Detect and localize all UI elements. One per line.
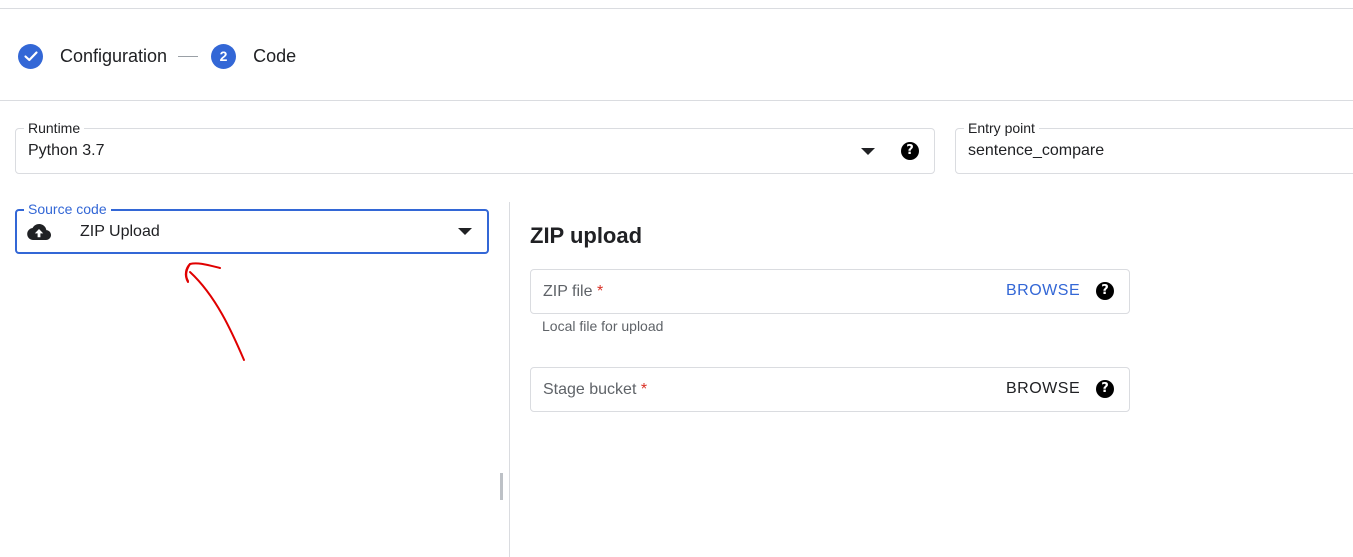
annotation-arrow (184, 262, 245, 361)
check-icon (23, 51, 38, 62)
required-mark: * (640, 381, 648, 398)
cloud-upload-icon (27, 224, 51, 240)
zip-file-browse-button[interactable]: BROWSE (1006, 282, 1080, 300)
runtime-select[interactable]: Runtime Python 3.7 ? (15, 120, 935, 174)
step-separator (178, 55, 199, 57)
zip-upload-title: ZIP upload (530, 223, 643, 248)
top-divider (0, 8, 1353, 9)
stage-bucket-field[interactable]: Stage bucket * BROWSE ? (530, 367, 1130, 412)
runtime-label: Runtime (24, 120, 85, 136)
source-code-label: Source code (24, 201, 111, 217)
step-label-configuration[interactable]: Configuration (60, 46, 167, 67)
source-code-value: ZIP Upload (80, 223, 160, 240)
step-number-badge: 2 (211, 43, 237, 69)
header-divider (0, 100, 1353, 101)
entry-point-field[interactable]: Entry point sentence_compare (955, 120, 1353, 174)
help-icon[interactable]: ? (1096, 282, 1114, 300)
panel-resize-handle[interactable] (500, 473, 503, 500)
stage-bucket-placeholder: Stage bucket * (543, 381, 647, 399)
runtime-value: Python 3.7 (28, 142, 105, 159)
help-icon[interactable]: ? (901, 142, 919, 160)
zip-file-placeholder-text: ZIP file (543, 283, 593, 300)
stepper: Configuration 2 Code (18, 43, 296, 69)
step-number: 2 (219, 48, 228, 64)
zip-file-field[interactable]: ZIP file * BROWSE ? (530, 269, 1130, 314)
help-icon[interactable]: ? (1096, 380, 1114, 398)
panel-divider (509, 202, 510, 557)
stage-bucket-browse-button[interactable]: BROWSE (1006, 380, 1080, 398)
step-completed-check-icon (18, 43, 43, 69)
zip-file-placeholder: ZIP file * (543, 283, 603, 301)
entry-point-value: sentence_compare (968, 142, 1105, 159)
entry-point-label: Entry point (964, 120, 1039, 136)
zip-file-hint: Local file for upload (542, 318, 664, 334)
chevron-down-icon[interactable] (861, 148, 875, 155)
required-mark: * (596, 283, 604, 300)
step-label-code[interactable]: Code (253, 46, 296, 67)
chevron-down-icon[interactable] (458, 228, 472, 235)
source-code-select[interactable]: Source code ZIP Upload (15, 201, 489, 254)
stage-bucket-placeholder-text: Stage bucket (543, 381, 637, 398)
